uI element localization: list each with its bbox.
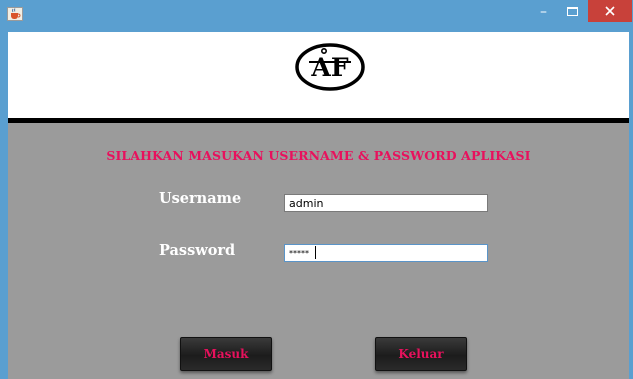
maximize-button[interactable] [558,2,586,22]
username-input[interactable] [284,194,488,212]
logo-monogram-text: AF [310,53,348,82]
maximize-icon [567,7,578,16]
logo-header: AF [8,32,629,118]
minimize-icon: – [540,4,547,20]
java-cup-icon[interactable] [7,7,23,21]
app-window: – AF SILAHKAN MASUKAN USERNAME & PASSWOR… [0,0,633,379]
client-area: AF SILAHKAN MASUKAN USERNAME & PASSWORD … [8,32,629,379]
masuk-button[interactable]: Masuk [180,337,272,371]
login-heading: SILAHKAN MASUKAN USERNAME & PASSWORD APL… [106,148,531,163]
title-bar[interactable]: – [0,0,633,32]
password-label: Password [159,242,236,259]
text-caret [315,246,316,259]
close-icon [605,6,615,16]
minimize-button[interactable]: – [530,2,557,22]
keluar-button[interactable]: Keluar [375,337,467,371]
af-monogram-logo: AF [295,43,365,91]
username-label: Username [159,190,242,207]
login-panel: SILAHKAN MASUKAN USERNAME & PASSWORD APL… [8,123,629,379]
close-button[interactable] [588,0,632,22]
